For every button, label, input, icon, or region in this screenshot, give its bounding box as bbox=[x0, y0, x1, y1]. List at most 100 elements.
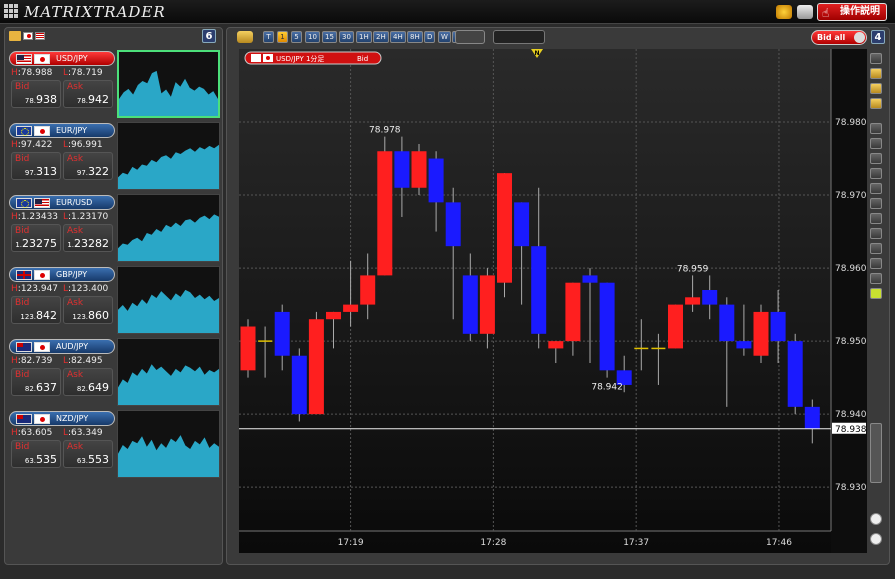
sparkline-chart[interactable] bbox=[117, 194, 220, 262]
rate-info: EUR/USD H:1.23433 L:1.23170 Bid 1.23275 … bbox=[9, 194, 115, 262]
rate-info: GBP/JPY H:123.947 L:123.400 Bid 123.842 … bbox=[9, 266, 115, 334]
eraser-tool-icon[interactable] bbox=[870, 258, 882, 269]
ask-price: 78.942 bbox=[76, 93, 109, 106]
ask-label: Ask bbox=[67, 298, 84, 308]
chart-type-dropdown[interactable] bbox=[493, 30, 545, 44]
title-bar: MATRIXTRADER ☝ 操作説明 bbox=[0, 0, 895, 24]
ask-button[interactable]: Ask 97.322 bbox=[63, 152, 113, 180]
sparkline-chart[interactable] bbox=[117, 50, 220, 118]
rate-card-usd-jpy[interactable]: USD/JPY H:78.988 L:78.719 Bid 78.938 Ask… bbox=[7, 50, 220, 118]
timeframe-button-8h[interactable]: 8H bbox=[407, 31, 423, 43]
sparkline-area bbox=[118, 289, 219, 333]
sparkline-area bbox=[118, 144, 219, 189]
candle-up bbox=[497, 173, 512, 283]
print-icon[interactable] bbox=[797, 5, 813, 19]
vline-tool-icon[interactable] bbox=[870, 183, 882, 194]
news-tool-icon[interactable] bbox=[870, 68, 882, 79]
sparkline-chart[interactable] bbox=[117, 338, 220, 406]
timeframe-button-1[interactable]: 1 bbox=[277, 31, 288, 43]
zoom-icon[interactable] bbox=[237, 31, 253, 43]
sparkline-chart[interactable] bbox=[117, 266, 220, 334]
timeframe-button-10[interactable]: 10 bbox=[305, 31, 320, 43]
trash-tool-icon[interactable] bbox=[870, 273, 882, 284]
crosshair-tool-icon[interactable] bbox=[870, 138, 882, 149]
help-button[interactable]: ☝ 操作説明 bbox=[817, 3, 887, 21]
timeframe-button-30[interactable]: 30 bbox=[339, 31, 354, 43]
ask-price: 1.23282 bbox=[67, 237, 109, 250]
timeframe-button-t[interactable]: T bbox=[263, 31, 274, 43]
candlestick-chart[interactable]: 78.930 78.940 78.950 78.960 78.970 78.980 17:1… bbox=[239, 49, 867, 553]
channel-tool-icon[interactable] bbox=[870, 213, 882, 224]
cursor-tool-icon[interactable] bbox=[870, 123, 882, 134]
time-tick-label: 17:19 bbox=[338, 538, 364, 548]
hline-tool-icon[interactable] bbox=[870, 168, 882, 179]
pair-count-badge: 6 bbox=[202, 29, 216, 43]
ask-button[interactable]: Ask 1.23282 bbox=[63, 224, 113, 252]
timeframe-button-1h[interactable]: 1H bbox=[356, 31, 372, 43]
pair-name: USD/JPY bbox=[56, 54, 88, 63]
pair-name-pill[interactable]: GBP/JPY bbox=[9, 267, 115, 282]
sparkline-chart[interactable] bbox=[117, 122, 220, 190]
zoom-slider[interactable] bbox=[870, 423, 882, 483]
ask-price: 123.860 bbox=[72, 309, 109, 322]
rate-card-aud-jpy[interactable]: AUD/JPY H:82.739 L:82.495 Bid 82.637 Ask… bbox=[7, 338, 220, 406]
candle-down bbox=[291, 355, 307, 415]
settings-icon[interactable] bbox=[776, 5, 792, 19]
sparkline-chart[interactable] bbox=[117, 410, 220, 478]
time-tick-label: 17:46 bbox=[766, 538, 792, 548]
ask-button[interactable]: Ask 63.553 bbox=[63, 440, 113, 468]
rate-card-gbp-jpy[interactable]: GBP/JPY H:123.947 L:123.400 Bid 123.842 … bbox=[7, 266, 220, 334]
rate-panel: 6 USD/JPY H:78.988 L:78.719 Bid 78.938 A… bbox=[4, 27, 223, 565]
price-tick-label: 78.930 bbox=[835, 483, 867, 493]
info-tool-icon[interactable] bbox=[870, 53, 882, 64]
bid-button[interactable]: Bid 63.535 bbox=[11, 440, 61, 468]
rate-card-eur-jpy[interactable]: EUR/JPY H:97.422 L:96.991 Bid 97.313 Ask… bbox=[7, 122, 220, 190]
rate-card-eur-usd[interactable]: EUR/USD H:1.23433 L:1.23170 Bid 1.23275 … bbox=[7, 194, 220, 262]
fib-tool-icon[interactable] bbox=[870, 198, 882, 209]
pair-name-pill[interactable]: AUD/JPY bbox=[9, 339, 115, 354]
us-flag-icon bbox=[16, 54, 32, 64]
bid-button[interactable]: Bid 1.23275 bbox=[11, 224, 61, 252]
candle-down bbox=[719, 304, 735, 342]
ask-button[interactable]: Ask 123.860 bbox=[63, 296, 113, 324]
bid-label: Bid bbox=[15, 82, 30, 92]
bid-all-label: Bid all bbox=[817, 33, 846, 42]
bid-all-toggle[interactable]: Bid all bbox=[811, 30, 867, 45]
ask-price: 97.322 bbox=[76, 165, 109, 178]
zoom-in-icon[interactable] bbox=[870, 533, 882, 545]
timeframe-button-15[interactable]: 15 bbox=[322, 31, 337, 43]
bid-button[interactable]: Bid 123.842 bbox=[11, 296, 61, 324]
candle-down bbox=[787, 341, 803, 407]
bid-button[interactable]: Bid 82.637 bbox=[11, 368, 61, 396]
alert-tool-icon[interactable] bbox=[870, 98, 882, 109]
timeframe-button-4h[interactable]: 4H bbox=[390, 31, 406, 43]
bid-button[interactable]: Bid 97.313 bbox=[11, 152, 61, 180]
trendline-tool-icon[interactable] bbox=[870, 153, 882, 164]
folder-icon[interactable] bbox=[9, 31, 21, 41]
ask-label: Ask bbox=[67, 154, 84, 164]
timeframe-button-2h[interactable]: 2H bbox=[373, 31, 389, 43]
candle-down bbox=[804, 406, 820, 429]
ask-button[interactable]: Ask 78.942 bbox=[63, 80, 113, 108]
ask-price: 82.649 bbox=[76, 381, 109, 394]
indicator-tool-icon[interactable] bbox=[870, 83, 882, 94]
timeframe-button-w[interactable]: W bbox=[438, 31, 451, 43]
bid-price: 1.23275 bbox=[15, 237, 57, 250]
candle-up bbox=[343, 304, 359, 312]
nz-flag-icon bbox=[16, 414, 32, 424]
pair-name-pill[interactable]: EUR/USD bbox=[9, 195, 115, 210]
ask-button[interactable]: Ask 82.649 bbox=[63, 368, 113, 396]
pair-name-pill[interactable]: EUR/JPY bbox=[9, 123, 115, 138]
zoom-out-icon[interactable] bbox=[870, 513, 882, 525]
pair-name-pill[interactable]: USD/JPY bbox=[9, 51, 115, 66]
bid-button[interactable]: Bid 78.938 bbox=[11, 80, 61, 108]
line-chart-icon[interactable] bbox=[455, 30, 485, 44]
pair-name-pill[interactable]: NZD/JPY bbox=[9, 411, 115, 426]
color-tool-icon[interactable] bbox=[870, 288, 882, 299]
timeframe-button-d[interactable]: D bbox=[424, 31, 436, 43]
timeframe-button-5[interactable]: 5 bbox=[291, 31, 302, 43]
pen-tool-icon[interactable] bbox=[870, 243, 882, 254]
rate-card-nzd-jpy[interactable]: NZD/JPY H:63.605 L:63.349 Bid 63.535 Ask… bbox=[7, 410, 220, 478]
text-tool-icon[interactable] bbox=[870, 228, 882, 239]
chart-side-label: Bid bbox=[357, 55, 368, 63]
